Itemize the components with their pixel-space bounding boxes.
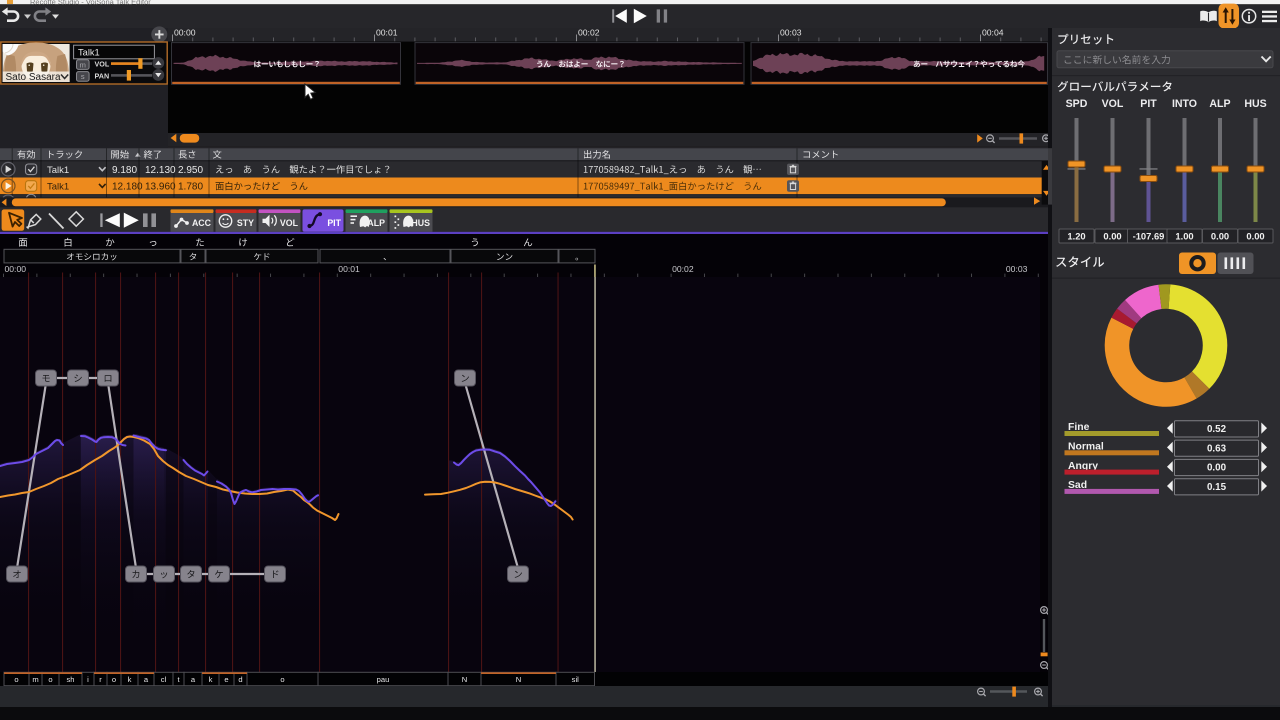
svg-text:HUS: HUS xyxy=(411,218,430,228)
svg-text:00:00: 00:00 xyxy=(174,28,196,38)
svg-text:N: N xyxy=(516,675,521,684)
svg-text:0.52: 0.52 xyxy=(1207,424,1227,435)
svg-text:00:00: 00:00 xyxy=(5,264,27,274)
svg-text:N: N xyxy=(462,675,467,684)
svg-text:1.780: 1.780 xyxy=(178,182,203,193)
svg-text:VOL: VOL xyxy=(1102,98,1124,110)
svg-text:VOL: VOL xyxy=(95,60,110,69)
svg-text:pau: pau xyxy=(377,675,390,684)
svg-text:k: k xyxy=(128,675,132,684)
svg-text:Talk1: Talk1 xyxy=(47,182,69,193)
svg-text:1.00: 1.00 xyxy=(1175,230,1193,241)
svg-text:PIT: PIT xyxy=(327,218,341,228)
svg-text:o: o xyxy=(112,675,116,684)
svg-text:0.00: 0.00 xyxy=(1246,230,1264,241)
svg-text:00:03: 00:03 xyxy=(780,28,802,38)
svg-text:d: d xyxy=(238,675,242,684)
svg-text:ALP: ALP xyxy=(1209,98,1230,110)
svg-text:sil: sil xyxy=(572,675,579,684)
svg-text:9.180: 9.180 xyxy=(112,165,137,176)
svg-text:1.20: 1.20 xyxy=(1067,230,1085,241)
svg-text:o: o xyxy=(14,675,18,684)
svg-text:SPD: SPD xyxy=(1066,98,1088,110)
svg-text:0.00: 0.00 xyxy=(1103,230,1121,241)
svg-text:m: m xyxy=(32,675,38,684)
svg-text:sh: sh xyxy=(66,675,74,684)
svg-text:12.130: 12.130 xyxy=(145,165,176,176)
svg-text:VOL: VOL xyxy=(280,218,299,228)
svg-text:Talk1: Talk1 xyxy=(78,47,100,57)
svg-text:INTO: INTO xyxy=(1172,98,1197,110)
svg-text:00:01: 00:01 xyxy=(338,264,360,274)
svg-text:Talk1: Talk1 xyxy=(47,165,69,176)
svg-text:13.960: 13.960 xyxy=(145,182,176,193)
svg-text:ALP: ALP xyxy=(367,218,385,228)
svg-text:0.00: 0.00 xyxy=(1211,230,1229,241)
svg-text:e: e xyxy=(224,675,228,684)
svg-text:HUS: HUS xyxy=(1244,98,1266,110)
svg-text:-107.69: -107.69 xyxy=(1133,230,1165,241)
svg-text:m: m xyxy=(80,60,86,69)
svg-text:STY: STY xyxy=(237,218,254,228)
svg-text:00:02: 00:02 xyxy=(578,28,600,38)
svg-text:00:02: 00:02 xyxy=(672,264,694,274)
svg-text:0.00: 0.00 xyxy=(1207,463,1227,474)
svg-text:00:01: 00:01 xyxy=(376,28,398,38)
svg-text:k: k xyxy=(209,675,213,684)
svg-text:PIT: PIT xyxy=(1140,98,1157,110)
svg-text:0.63: 0.63 xyxy=(1207,443,1227,454)
svg-text:ACC: ACC xyxy=(192,218,212,228)
svg-text:PAN: PAN xyxy=(95,71,110,80)
svg-text:o: o xyxy=(280,675,284,684)
svg-text:o: o xyxy=(48,675,52,684)
svg-text:00:03: 00:03 xyxy=(1006,264,1028,274)
svg-text:0.15: 0.15 xyxy=(1207,482,1227,493)
svg-text:Sato Sasara: Sato Sasara xyxy=(6,72,61,83)
svg-text:cl: cl xyxy=(161,675,167,684)
svg-text:2.950: 2.950 xyxy=(178,165,203,176)
svg-text:12.180: 12.180 xyxy=(112,182,143,193)
svg-text:00:04: 00:04 xyxy=(982,28,1004,38)
svg-text:s: s xyxy=(81,72,85,81)
